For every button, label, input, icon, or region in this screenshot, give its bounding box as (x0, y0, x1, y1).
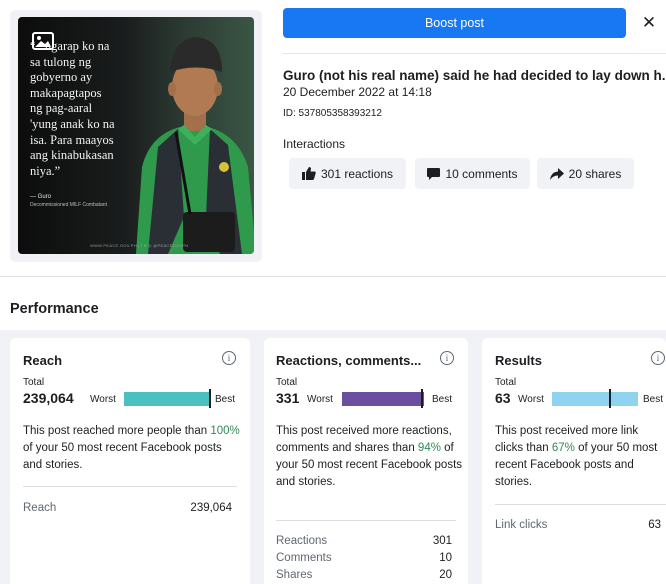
divider (495, 504, 666, 505)
performance-bar (342, 392, 424, 406)
close-icon[interactable]: ✕ (638, 10, 660, 36)
worst-label: Worst (307, 394, 333, 405)
total-label: Total (276, 377, 298, 388)
thumbs-up-icon (301, 167, 316, 180)
card-title: Results (495, 353, 542, 368)
card-title: Reach (23, 353, 63, 368)
divider (276, 520, 456, 521)
total-value: 63 (495, 390, 511, 406)
results-card: Results i Total 63 Worst Best This post … (482, 338, 666, 584)
percentile: 67% (551, 442, 575, 454)
total-label: Total (23, 377, 45, 388)
comments-count: 10 comments (445, 166, 518, 181)
total-label: Total (495, 377, 517, 388)
comments-button[interactable]: 10 comments (415, 158, 530, 189)
shares-count: 20 shares (568, 166, 622, 181)
interactions-heading: Interactions (283, 137, 346, 151)
metric-row: Shares 20 (276, 569, 452, 581)
performance-bar (552, 392, 638, 406)
image-quote: “...ngarap ko na sa tulong ng gobyerno a… (30, 39, 115, 178)
info-icon[interactable]: i (440, 351, 454, 365)
performance-heading: Performance (10, 301, 99, 317)
shares-button[interactable]: 20 shares (537, 158, 634, 189)
post-image[interactable]: “...ngarap ko na sa tulong ng gobyerno a… (18, 17, 254, 254)
info-icon[interactable]: i (651, 351, 665, 365)
reactions-count: 301 reactions (320, 166, 394, 181)
image-author-subtitle: Decommissioned MILF Combatant (30, 202, 107, 208)
post-header: “...ngarap ko na sa tulong ng gobyerno a… (0, 0, 666, 276)
best-label: Best (432, 394, 453, 405)
performance-description: This post reached more people than 100% … (23, 425, 240, 471)
performance-description: This post received more reactions, comme… (276, 425, 463, 488)
engagement-card: Reactions, comments... i Total 331 Worst… (264, 338, 468, 584)
metric-row: Link clicks 63 (495, 519, 661, 531)
metric-row: Reactions 301 (276, 535, 452, 547)
share-icon (549, 167, 564, 180)
divider (283, 53, 666, 54)
performance-marker (421, 389, 423, 408)
performance-marker (609, 389, 611, 408)
worst-label: Worst (518, 394, 544, 405)
performance-bar (124, 392, 210, 406)
image-footer: WWW.PEACE.GOV.PH | f ♥ ◎ @PEACEGOVPH (90, 243, 189, 248)
percentile: 94% (417, 442, 441, 454)
worst-label: Worst (90, 394, 116, 405)
boost-post-button[interactable]: Boost post (283, 8, 626, 38)
info-icon[interactable]: i (222, 351, 236, 365)
post-date: 20 December 2022 at 14:18 (283, 85, 432, 99)
post-id: ID: 537805358393212 (283, 108, 382, 119)
metric-row: Comments 10 (276, 552, 452, 564)
image-author: — Guro (30, 194, 52, 200)
reactions-button[interactable]: 301 reactions (289, 158, 406, 189)
total-value: 239,064 (23, 390, 74, 406)
metric-row: Reach 239,064 (23, 502, 232, 514)
card-title: Reactions, comments... (276, 353, 422, 368)
best-label: Best (643, 394, 664, 405)
best-label: Best (215, 394, 236, 405)
post-title: Guro (not his real name) said he had dec… (283, 68, 666, 83)
performance-marker (209, 389, 211, 408)
percentile: 100% (210, 425, 240, 437)
performance-description: This post received more link clicks than… (495, 425, 658, 488)
total-value: 331 (276, 390, 300, 406)
comment-icon (427, 167, 441, 180)
reach-card: Reach i Total 239,064 Worst Best This po… (10, 338, 250, 584)
person-illustration (136, 37, 254, 254)
section-divider (0, 276, 666, 277)
divider (23, 486, 237, 487)
